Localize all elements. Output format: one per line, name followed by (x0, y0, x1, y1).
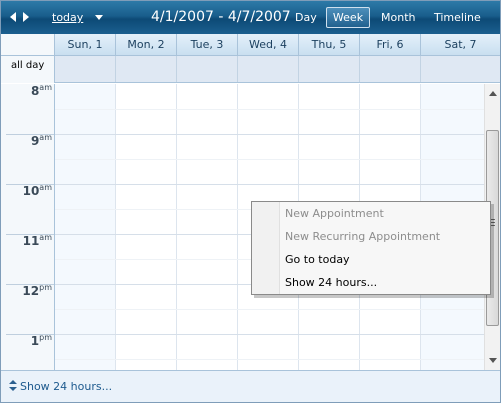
menu-item-go-to-today[interactable]: Go to today (285, 249, 350, 271)
calendar-header: today 4/1/2007 - 4/7/2007 Day Week Month… (1, 1, 500, 34)
day-header-sun[interactable]: Sun, 1 (55, 34, 116, 55)
menu-item-new-appointment: New Appointment (285, 207, 384, 220)
time-label-1pm: 1pm (30, 333, 52, 348)
calendar-scheduler: today 4/1/2007 - 4/7/2007 Day Week Month… (0, 0, 501, 403)
hour-line (55, 184, 484, 185)
day-column-tue[interactable] (177, 84, 238, 370)
day-column-sun[interactable] (55, 84, 116, 370)
half-hour-line (55, 159, 484, 160)
time-column: 8am 9am 10am 11am 12pm 1pm (1, 84, 55, 370)
view-timeline-button[interactable]: Timeline (434, 11, 481, 24)
all-day-label: all day (1, 56, 55, 83)
half-hour-line (55, 309, 484, 310)
day-header-corner (1, 34, 55, 55)
time-label-10am: 10am (22, 183, 52, 198)
scroll-down-arrow-icon[interactable] (489, 358, 497, 363)
time-label-11am: 11am (22, 233, 52, 248)
all-day-cell[interactable] (360, 56, 421, 82)
time-label-12pm: 12pm (22, 283, 52, 298)
all-day-cell[interactable] (421, 56, 500, 82)
half-hour-line (55, 359, 484, 360)
day-header-sat[interactable]: Sat, 7 (421, 34, 500, 55)
hour-line (55, 134, 484, 135)
half-hour-line (55, 109, 484, 110)
day-column-mon[interactable] (116, 84, 177, 370)
all-day-cell[interactable] (55, 56, 116, 82)
all-day-cell[interactable] (177, 56, 238, 82)
chevron-right-icon[interactable] (23, 12, 29, 22)
day-header-row: Sun, 1 Mon, 2 Tue, 3 Wed, 4 Thu, 5 Fri, … (1, 34, 500, 56)
scroll-up-arrow-icon[interactable] (489, 91, 497, 96)
context-menu: New Appointment New Recurring Appointmen… (251, 201, 491, 295)
day-header-wed[interactable]: Wed, 4 (238, 34, 299, 55)
day-header-thu[interactable]: Thu, 5 (299, 34, 360, 55)
context-menu-icon-gutter (252, 202, 280, 294)
day-header-fri[interactable]: Fri, 6 (360, 34, 421, 55)
menu-item-show-24-hours[interactable]: Show 24 hours... (285, 272, 377, 294)
view-day-button[interactable]: Day (295, 11, 317, 24)
day-header-tue[interactable]: Tue, 3 (177, 34, 238, 55)
today-button[interactable]: today (52, 11, 83, 24)
view-month-button[interactable]: Month (381, 11, 415, 24)
day-header-mon[interactable]: Mon, 2 (116, 34, 177, 55)
time-label-9am: 9am (30, 133, 52, 148)
time-label-8am: 8am (30, 84, 52, 98)
date-range-title: 4/1/2007 - 4/7/2007 (151, 9, 291, 25)
view-week-button[interactable]: Week (326, 7, 370, 28)
hour-line (55, 334, 484, 335)
chevron-left-icon[interactable] (10, 12, 16, 22)
all-day-cell[interactable] (238, 56, 299, 82)
caret-down-icon[interactable] (95, 15, 103, 20)
all-day-cell[interactable] (116, 56, 177, 82)
all-day-cell[interactable] (299, 56, 360, 82)
calendar-footer: Show 24 hours... (1, 370, 500, 402)
all-day-row: all day (1, 56, 500, 83)
menu-item-new-recurring-appointment: New Recurring Appointment (285, 230, 441, 243)
expand-collapse-icon[interactable] (9, 380, 17, 392)
show-24-hours-link[interactable]: Show 24 hours... (20, 380, 112, 393)
